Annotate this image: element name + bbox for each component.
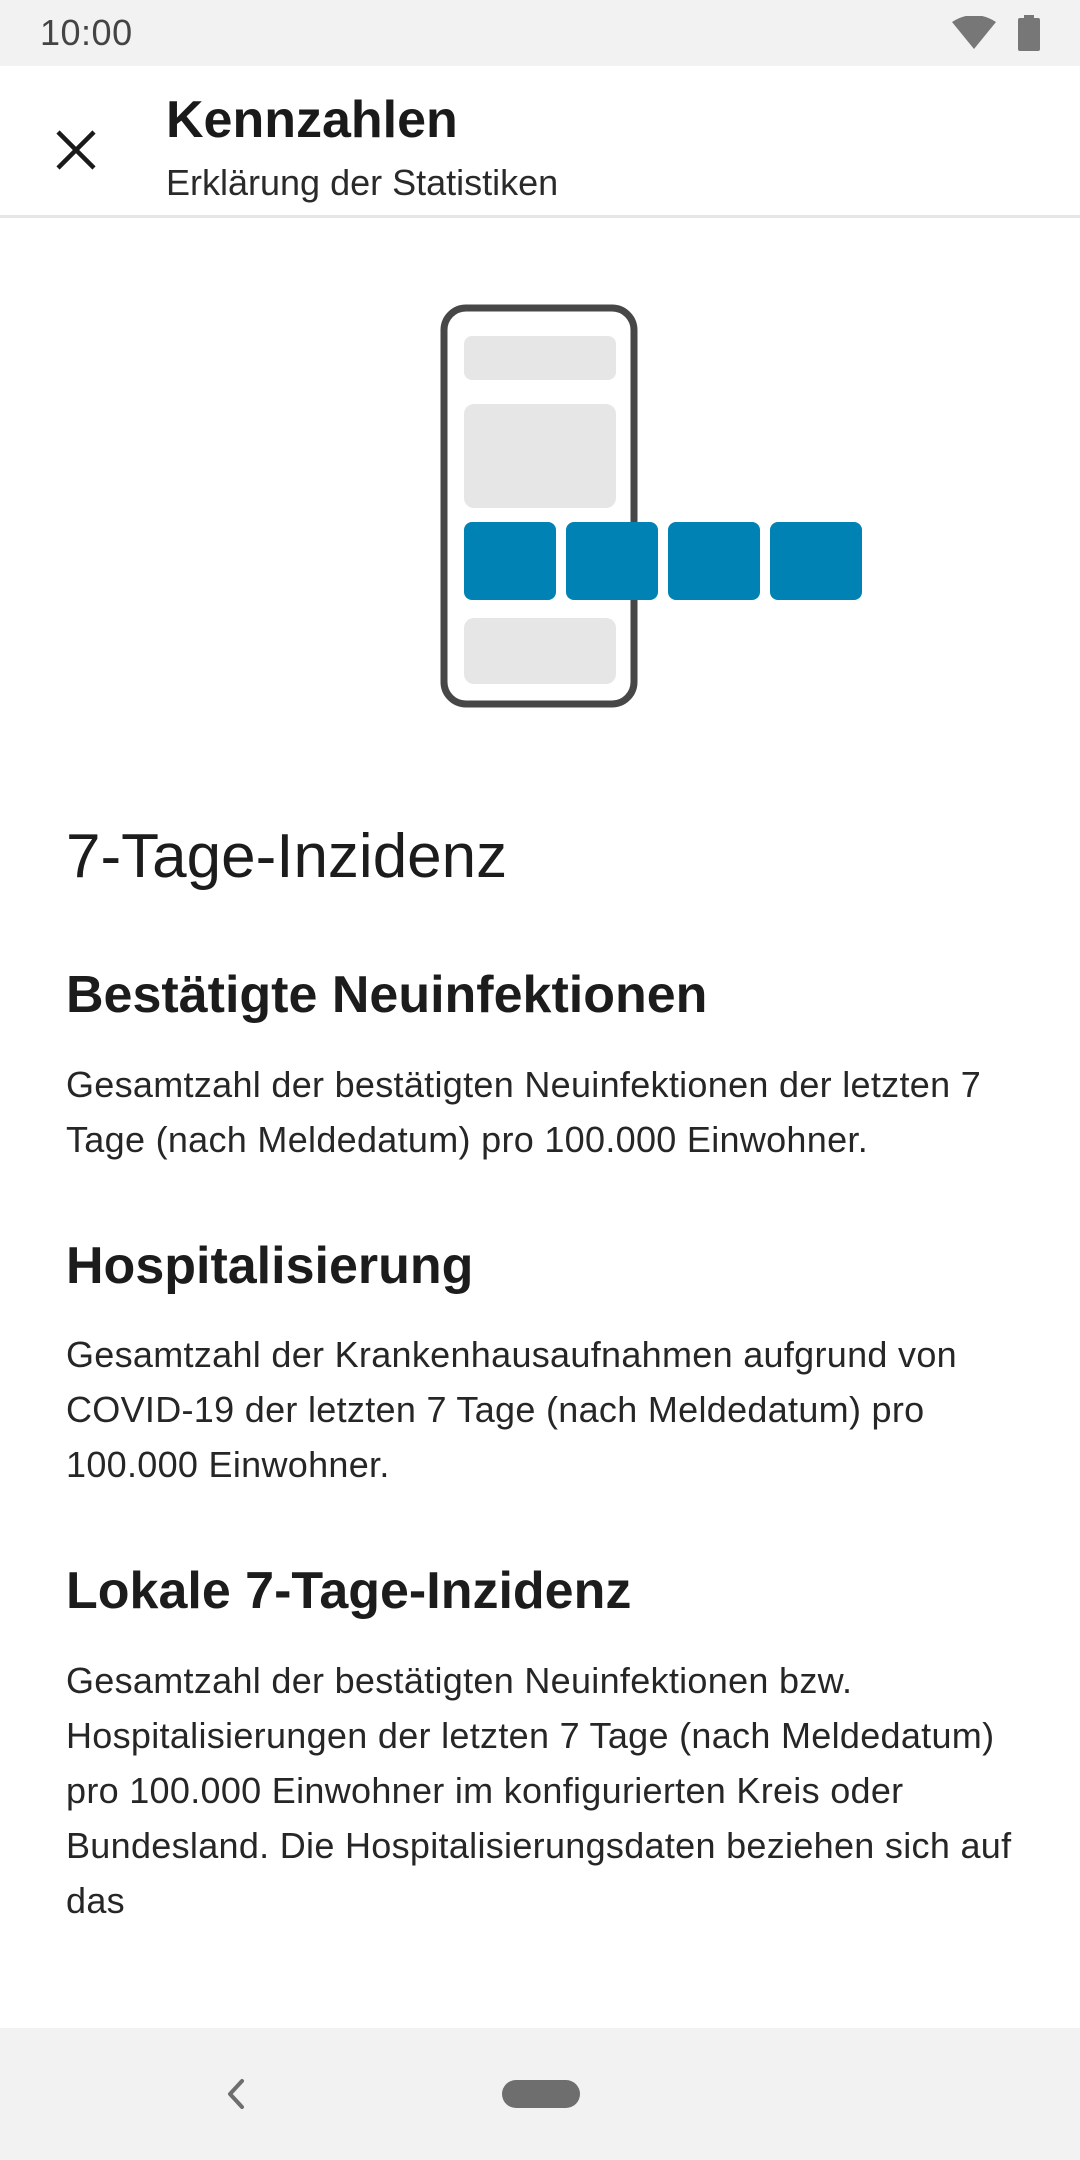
tile-highlight [566,522,658,600]
battery-icon [1018,15,1040,51]
home-button[interactable] [502,2080,580,2108]
status-bar: 10:00 [0,0,1080,66]
item-heading: Hospitalisierung [66,1236,474,1295]
status-icons [952,15,1040,51]
tile-highlight [770,522,862,600]
placeholder-block [464,404,616,508]
item-heading: Lokale 7-Tage-Inzidenz [66,1562,632,1621]
navigation-bar [0,2028,1080,2160]
item-heading: Bestätigte Neuinfektionen [66,966,708,1025]
item-text: Gesamtzahl der bestätigten Neuinfektione… [66,1063,982,1160]
tile-highlight [668,522,760,600]
status-time: 10:00 [40,12,133,53]
item-text: Gesamtzahl der Krankenhausaufnahmen aufg… [66,1334,957,1486]
back-icon [228,2079,244,2109]
content: 7-Tage-Inzidenz Bestätigte Neuinfektione… [66,820,1016,1928]
close-icon [56,130,96,170]
tile-highlight [464,522,556,600]
wifi-icon [952,16,996,49]
back-button[interactable] [214,2072,258,2116]
placeholder-block [464,336,616,380]
close-button[interactable] [36,110,116,190]
item-text: Gesamtzahl der bestätigten Neuinfektione… [66,1659,1012,1921]
section-title: 7-Tage-Inzidenz [66,822,508,891]
placeholder-block [464,618,616,684]
app-bar: Kennzahlen Erklärung der Statistiken [0,66,1080,218]
page-title: Kennzahlen [166,91,458,149]
page-subtitle: Erklärung der Statistiken [166,162,559,203]
incidence-illustration [440,304,862,708]
